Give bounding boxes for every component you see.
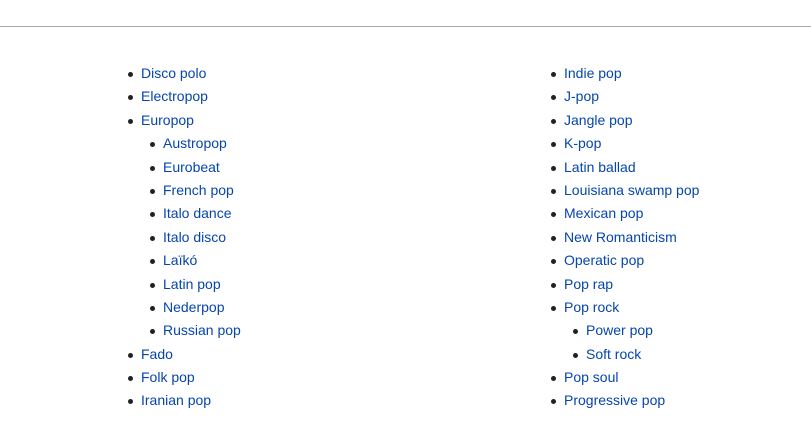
bullet-icon (150, 235, 155, 241)
bullet-icon (128, 399, 133, 405)
bullet-icon (128, 95, 133, 101)
bullet-icon (551, 95, 556, 101)
bullet-icon (128, 72, 133, 77)
bullet-icon (551, 188, 556, 194)
list-item-jangle-pop: Jangle pop (551, 109, 699, 132)
list-item-europop: Europop (128, 109, 241, 132)
bullet-icon (150, 282, 155, 288)
genre-link[interactable]: Soft rock (586, 346, 641, 362)
bullet-icon (128, 118, 133, 124)
bullet-icon (551, 259, 556, 265)
genre-link[interactable]: Progressive pop (564, 392, 665, 408)
list-item-j-pop: J-pop (551, 85, 699, 108)
genre-link[interactable]: Mexican pop (564, 205, 643, 221)
bullet-icon (573, 352, 578, 358)
bullet-icon (150, 329, 155, 335)
genre-link[interactable]: Laïkó (163, 252, 197, 268)
list-item-indie-pop: Indie pop (551, 62, 699, 85)
genre-link[interactable]: Nederpop (163, 299, 225, 315)
list-item-progressive-pop: Progressive pop (551, 389, 699, 412)
genre-link[interactable]: Latin pop (163, 276, 221, 292)
genre-link[interactable]: Russian pop (163, 322, 241, 338)
genre-link[interactable]: Pop rap (564, 276, 613, 292)
genre-link[interactable]: Latin ballad (564, 159, 636, 175)
bullet-icon (128, 352, 133, 358)
genre-link[interactable]: Italo dance (163, 205, 232, 221)
genre-link[interactable]: Disco polo (141, 65, 206, 81)
list-item-fado: Fado (128, 343, 241, 366)
genre-link[interactable]: J-pop (564, 88, 599, 104)
genre-link[interactable]: K-pop (564, 135, 601, 151)
list-item-mexican-pop: Mexican pop (551, 202, 699, 225)
list-item-pop-soul: Pop soul (551, 366, 699, 389)
genre-link[interactable]: Eurobeat (163, 159, 220, 175)
list-item-iranian-pop: Iranian pop (128, 389, 241, 412)
bullet-icon (150, 165, 155, 171)
bullet-icon (551, 165, 556, 171)
list-item-austropop: Austropop (128, 132, 241, 155)
list-item-louisiana-swamp-pop: Louisiana swamp pop (551, 179, 699, 202)
genre-link[interactable]: Electropop (141, 88, 208, 104)
list-item-new-romanticism: New Romanticism (551, 226, 699, 249)
list-item-pop-rock: Pop rock (551, 296, 699, 319)
list-item-folk-pop: Folk pop (128, 366, 241, 389)
genre-link[interactable]: Iranian pop (141, 392, 211, 408)
bullet-icon (150, 305, 155, 311)
bullet-icon (551, 142, 556, 148)
list-item-laiko: Laïkó (128, 249, 241, 272)
bullet-icon (150, 142, 155, 148)
list-item-electropop: Electropop (128, 85, 241, 108)
bullet-icon (128, 376, 133, 382)
bullet-icon (551, 235, 556, 241)
genre-link[interactable]: Louisiana swamp pop (564, 182, 699, 198)
list-item-italo-disco: Italo disco (128, 226, 241, 249)
list-item-french-pop: French pop (128, 179, 241, 202)
section-divider (0, 26, 811, 27)
bullet-icon (551, 212, 556, 218)
bullet-icon (150, 259, 155, 265)
genre-link[interactable]: Fado (141, 346, 173, 362)
list-item-soft-rock: Soft rock (551, 343, 699, 366)
bullet-icon (551, 118, 556, 124)
genre-link[interactable]: Power pop (586, 322, 653, 338)
genre-link[interactable]: Italo disco (163, 229, 226, 245)
list-item-operatic-pop: Operatic pop (551, 249, 699, 272)
list-item-pop-rap: Pop rap (551, 273, 699, 296)
genre-link[interactable]: Operatic pop (564, 252, 644, 268)
bullet-icon (551, 282, 556, 288)
bullet-icon (551, 399, 556, 405)
bullet-icon (573, 329, 578, 335)
bullet-icon (150, 188, 155, 194)
list-item-power-pop: Power pop (551, 319, 699, 342)
genre-link[interactable]: New Romanticism (564, 229, 677, 245)
list-item-russian-pop: Russian pop (128, 319, 241, 342)
genre-link[interactable]: Pop soul (564, 369, 618, 385)
list-item-eurobeat: Eurobeat (128, 156, 241, 179)
genre-link[interactable]: Folk pop (141, 369, 195, 385)
list-item-nederpop: Nederpop (128, 296, 241, 319)
genre-link[interactable]: French pop (163, 182, 234, 198)
genre-link[interactable]: Pop rock (564, 299, 619, 315)
bullet-icon (551, 305, 556, 311)
list-item-italo-dance: Italo dance (128, 202, 241, 225)
bullet-icon (150, 212, 155, 218)
genre-list-right: Indie pop J-pop Jangle pop K-pop Latin balla… (551, 62, 699, 413)
list-item-disco-polo: Disco polo (128, 62, 241, 85)
genre-list-left: Disco polo Electropop Europop Austropop Euro… (128, 62, 241, 413)
genre-link[interactable]: Austropop (163, 135, 227, 151)
list-item-k-pop: K-pop (551, 132, 699, 155)
genre-link[interactable]: Indie pop (564, 65, 622, 81)
genre-link[interactable]: Jangle pop (564, 112, 633, 128)
bullet-icon (551, 376, 556, 382)
bullet-icon (551, 72, 556, 77)
list-item-latin-ballad: Latin ballad (551, 156, 699, 179)
genre-link[interactable]: Europop (141, 112, 194, 128)
list-item-latin-pop: Latin pop (128, 273, 241, 296)
